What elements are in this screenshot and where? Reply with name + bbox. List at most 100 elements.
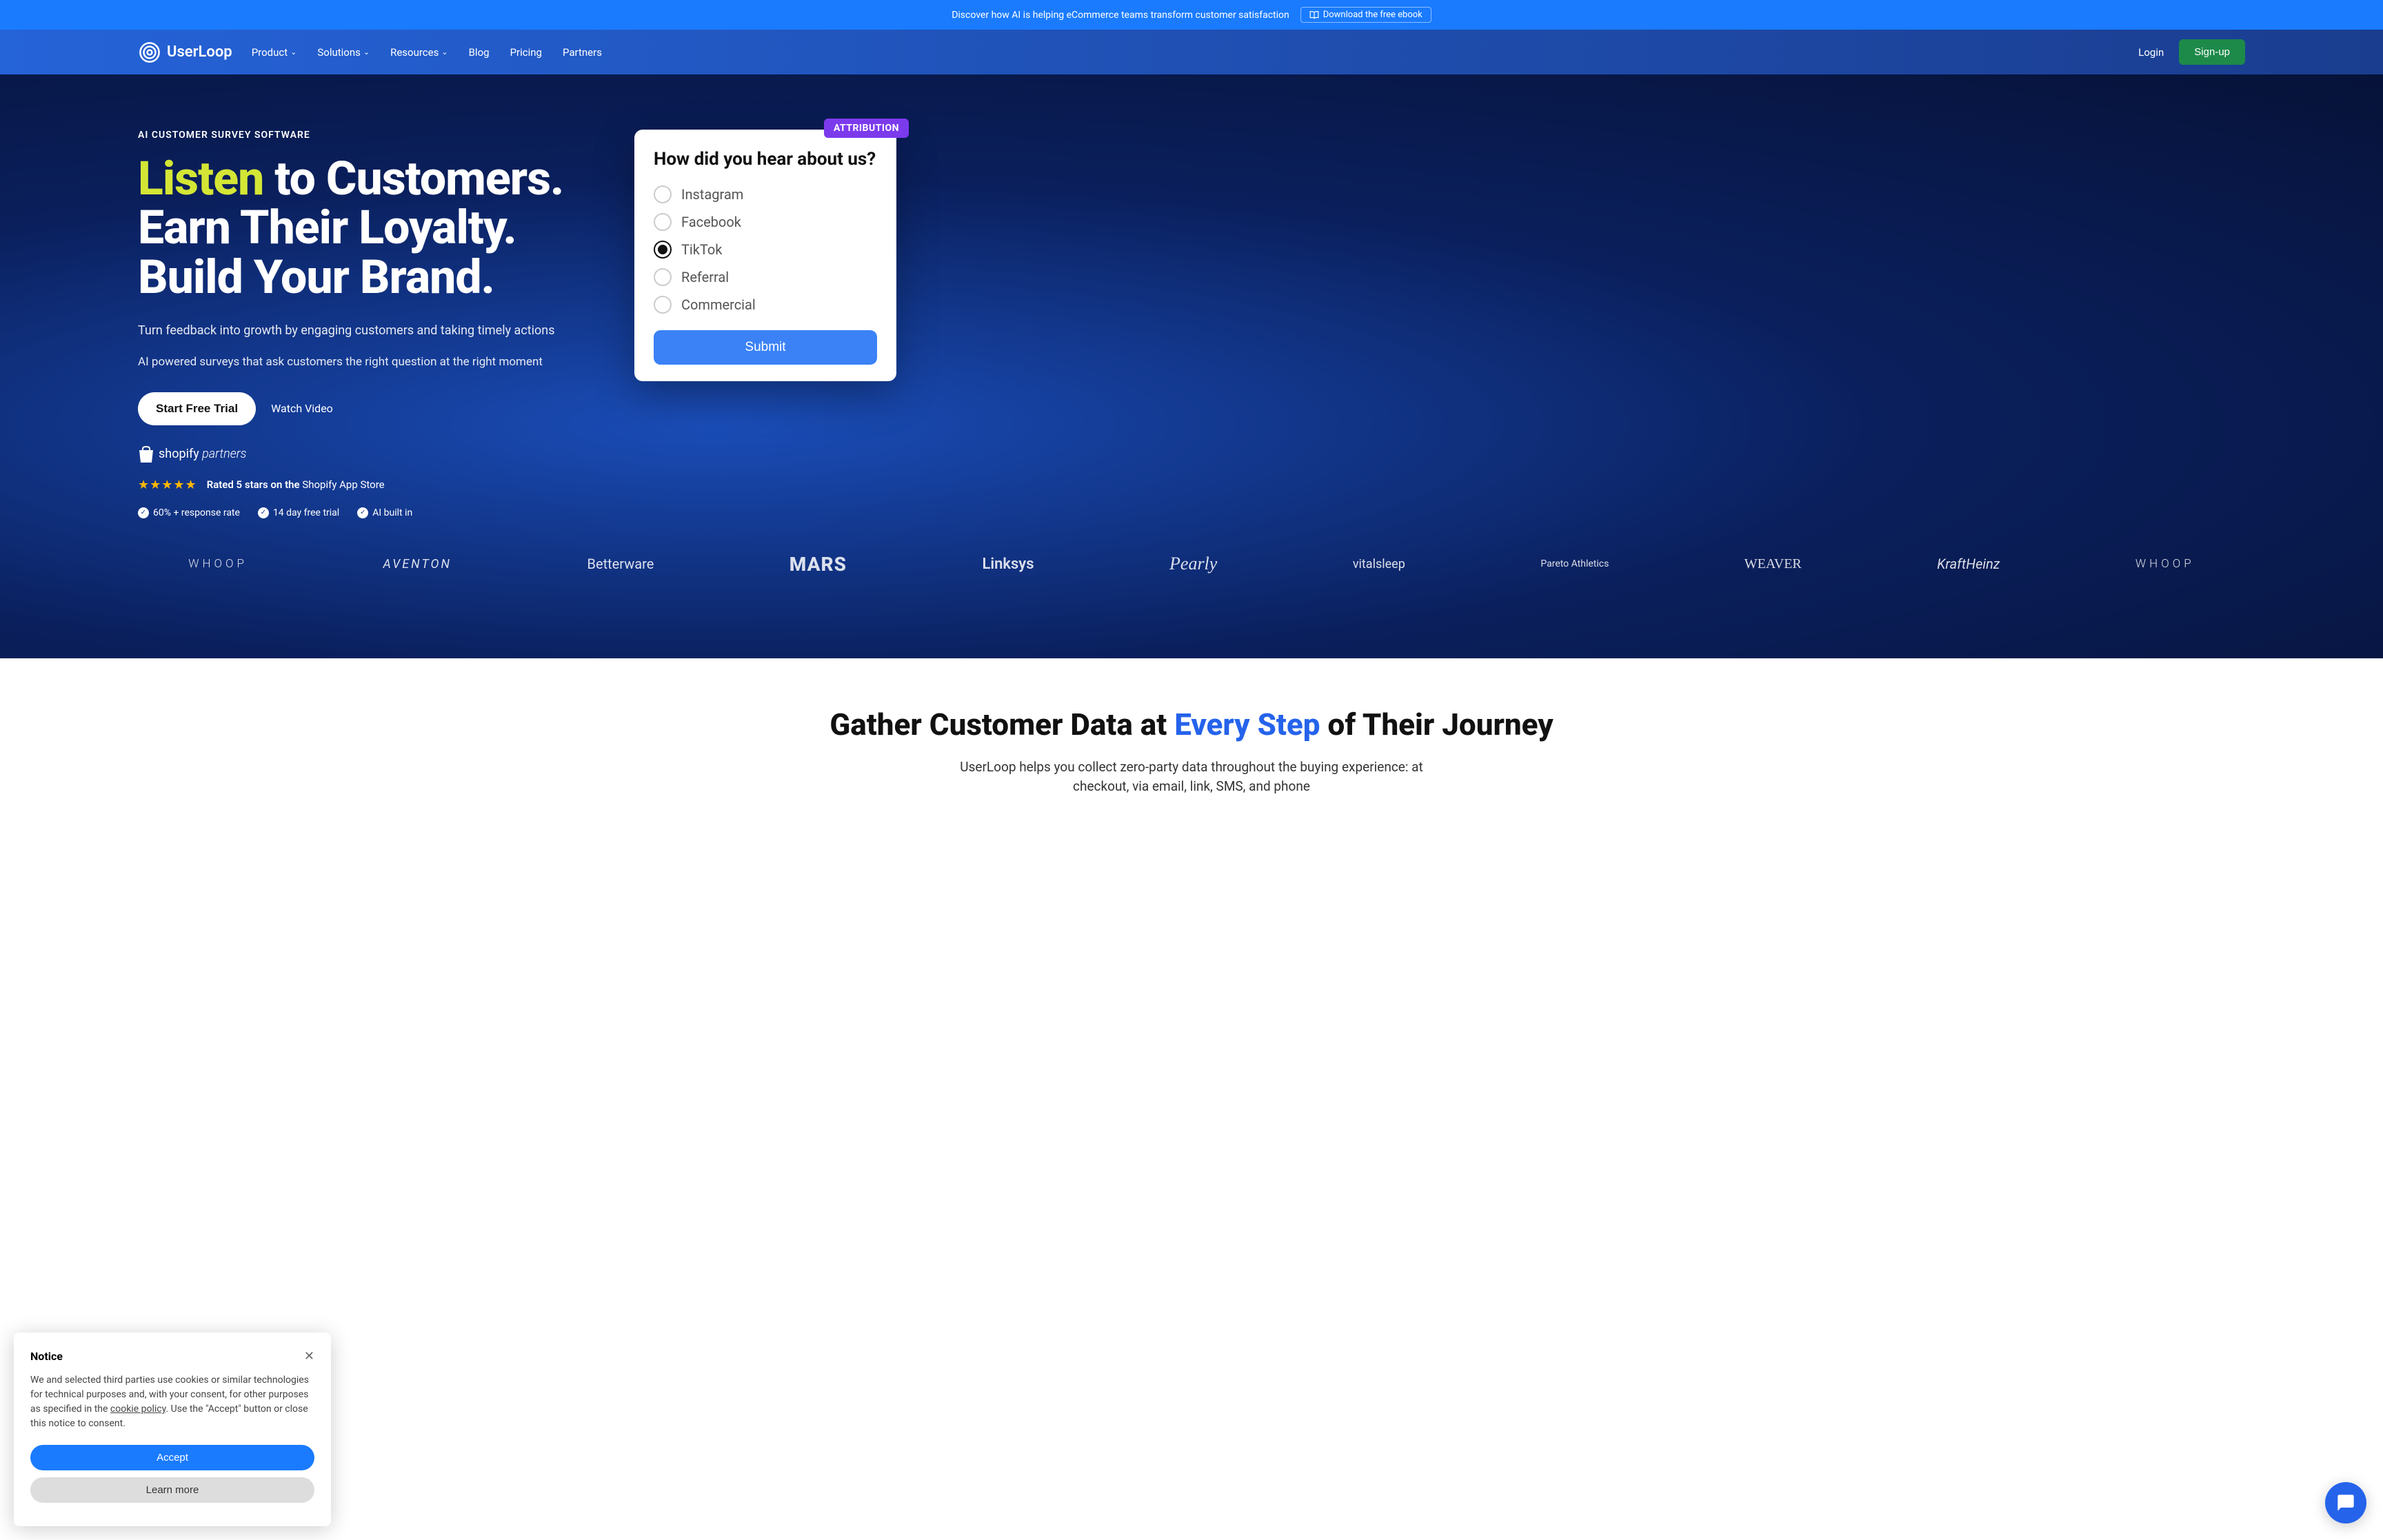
brand-whoop: WHOOP [188, 557, 248, 571]
hero-title-rest: to Customers. [263, 151, 563, 206]
announcement-banner: Discover how AI is helping eCommerce tea… [0, 0, 2383, 30]
nav-label: Product [252, 46, 288, 59]
nav-item-partners[interactable]: Partners [563, 46, 602, 59]
brand-weaver: WEAVER [1744, 556, 1802, 572]
feature-label: 60% + response rate [153, 507, 240, 518]
nav-item-product[interactable]: Product⌄ [252, 46, 297, 59]
rating-store: Shopify App Store [302, 478, 384, 491]
brand-linksys: Linksys [982, 556, 1034, 573]
journey-title-pre: Gather Customer Data at [829, 707, 1174, 742]
brand-aventon: AVENTON [383, 557, 452, 571]
journey-title: Gather Customer Data at Every Step of Th… [138, 707, 2245, 742]
feature-label: 14 day free trial [273, 507, 339, 518]
hero-highlight: Listen [138, 151, 263, 206]
chevron-down-icon: ⌄ [290, 48, 296, 57]
hero-left: AI CUSTOMER SURVEY SOFTWARE Listen to Cu… [138, 130, 579, 518]
brand-whoop: WHOOP [2135, 557, 2195, 571]
rating-prefix: Rated 5 stars on the [207, 478, 303, 491]
option-label: Instagram [681, 186, 743, 203]
nav-item-pricing[interactable]: Pricing [510, 46, 542, 59]
chevron-down-icon: ⌄ [363, 48, 370, 57]
chat-widget-button[interactable] [2325, 1482, 2366, 1523]
book-icon [1309, 10, 1319, 20]
userloop-logo-icon [138, 41, 161, 64]
nav-item-solutions[interactable]: Solutions⌄ [317, 46, 370, 59]
feature-item: ✓ 14 day free trial [258, 507, 339, 518]
brand-betterware: Betterware [587, 556, 654, 572]
option-label: TikTok [681, 241, 722, 258]
nav-links: Product⌄ Solutions⌄ Resources⌄ Blog Pric… [252, 46, 602, 59]
rating-row: ★★★★★ Rated 5 stars on the Shopify App S… [138, 478, 579, 492]
check-circle-icon: ✓ [357, 507, 368, 518]
option-label: Commercial [681, 296, 756, 313]
cookie-policy-link[interactable]: cookie policy [110, 1404, 166, 1415]
chevron-down-icon: ⌄ [441, 48, 448, 57]
hero-section: AI CUSTOMER SURVEY SOFTWARE Listen to Cu… [0, 74, 2383, 658]
option-label: Referral [681, 269, 729, 285]
feature-label: AI built in [372, 507, 412, 518]
check-circle-icon: ✓ [138, 507, 149, 518]
brand-pearly: Pearly [1169, 554, 1217, 574]
feature-item: ✓ 60% + response rate [138, 507, 240, 518]
survey-option-instagram[interactable]: Instagram [654, 185, 877, 203]
shopify-partners-badge: shopify partners [138, 445, 579, 464]
radio-icon [654, 296, 672, 314]
signup-button[interactable]: Sign-up [2179, 39, 2245, 65]
cookie-notice: Notice ✕ We and selected third parties u… [14, 1333, 331, 1526]
hero-title-line: Earn Their Loyalty. [138, 200, 516, 255]
rating-text: Rated 5 stars on the Shopify App Store [207, 478, 385, 491]
brand-pareto: Pareto Athletics [1540, 558, 1609, 569]
cookie-learn-button[interactable]: Learn more [30, 1477, 314, 1503]
survey-question: How did you hear about us? [654, 149, 877, 170]
brand-logos-strip: WHOOP AVENTON Betterware MARS Linksys Pe… [138, 518, 2245, 617]
nav-item-resources[interactable]: Resources⌄ [390, 46, 448, 59]
nav-label: Resources [390, 46, 439, 59]
survey-option-referral[interactable]: Referral [654, 268, 877, 286]
journey-section: Gather Customer Data at Every Step of Th… [0, 658, 2383, 838]
brand-vitalsleep: vitalsleep [1353, 557, 1405, 571]
start-trial-button[interactable]: Start Free Trial [138, 392, 256, 425]
download-ebook-label: Download the free ebook [1323, 10, 1422, 20]
cookie-close-button[interactable]: ✕ [304, 1349, 314, 1364]
survey-option-facebook[interactable]: Facebook [654, 213, 877, 231]
nav-label: Solutions [317, 46, 361, 59]
nav-right: Login Sign-up [2138, 39, 2245, 65]
nav-label: Partners [563, 46, 602, 59]
login-link[interactable]: Login [2138, 46, 2164, 59]
survey-option-commercial[interactable]: Commercial [654, 296, 877, 314]
survey-option-tiktok[interactable]: TikTok [654, 241, 877, 259]
journey-subtitle: UserLoop helps you collect zero-party da… [943, 758, 1440, 797]
banner-text: Discover how AI is helping eCommerce tea… [952, 10, 1289, 21]
features-row: ✓60% + response rate ✓14 day free trial … [138, 507, 579, 518]
cookie-text: We and selected third parties use cookie… [30, 1373, 314, 1431]
check-circle-icon: ✓ [258, 507, 269, 518]
watch-video-link[interactable]: Watch Video [271, 402, 333, 415]
journey-title-highlight: Every Step [1174, 707, 1320, 742]
hero-eyebrow: AI CUSTOMER SURVEY SOFTWARE [138, 130, 579, 141]
journey-title-post: of Their Journey [1320, 707, 1554, 742]
shopify-partners-text: shopify partners [159, 447, 246, 461]
radio-icon [654, 268, 672, 286]
nav-label: Pricing [510, 46, 542, 59]
cookie-accept-button[interactable]: Accept [30, 1445, 314, 1470]
radio-icon [654, 185, 672, 203]
chat-icon [2336, 1493, 2355, 1512]
feature-item: ✓ AI built in [357, 507, 412, 518]
hero-title-line: Build Your Brand. [138, 250, 494, 305]
attribution-badge: ATTRIBUTION [824, 119, 909, 138]
option-label: Facebook [681, 214, 741, 230]
hero-title: Listen to Customers. Earn Their Loyalty.… [138, 154, 579, 302]
cookie-title: Notice [30, 1350, 63, 1363]
radio-icon [654, 213, 672, 231]
brand-kraftheinz: KraftHeinz [1937, 556, 2000, 572]
survey-submit-button[interactable]: Submit [654, 330, 877, 365]
brand-mars: MARS [790, 553, 847, 576]
download-ebook-button[interactable]: Download the free ebook [1300, 7, 1431, 23]
shopify-bag-icon [138, 445, 154, 464]
nav-item-blog[interactable]: Blog [469, 46, 490, 59]
nav-label: Blog [469, 46, 490, 59]
main-navbar: UserLoop Product⌄ Solutions⌄ Resources⌄ … [0, 30, 2383, 74]
hero-subtitle2: AI powered surveys that ask customers th… [138, 354, 579, 372]
brand-name: UserLoop [167, 43, 232, 61]
brand-logo[interactable]: UserLoop [138, 41, 232, 64]
